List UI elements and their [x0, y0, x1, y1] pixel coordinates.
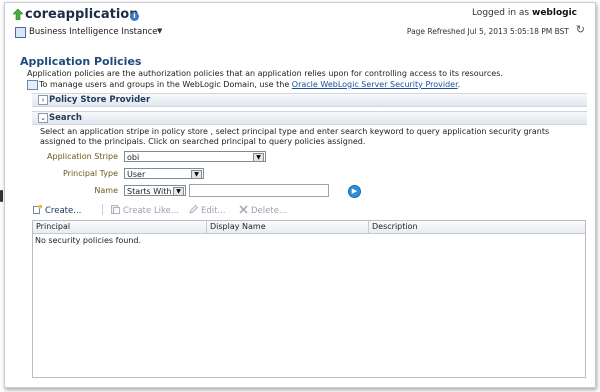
principal-type-label: Principal Type: [62, 169, 118, 178]
splitter-handle[interactable]: [0, 190, 3, 202]
application-stripe-label: Application Stripe: [47, 152, 118, 161]
search-section-label: Search: [49, 113, 82, 123]
info-icon[interactable]: i: [130, 12, 139, 21]
create-like-button[interactable]: Create Like...: [111, 205, 179, 216]
application-stripe-select[interactable]: obi ▼: [124, 151, 266, 162]
weblogic-security-provider-link[interactable]: Oracle WebLogic Server Security Provider: [292, 80, 458, 89]
page-refreshed: Page Refreshed Jul 5, 2013 5:05:18 PM BS…: [406, 27, 569, 36]
manage-users-text: To manage users and groups in the WebLog…: [39, 80, 460, 89]
policies-table: Principal Display Name Description No se…: [32, 220, 586, 378]
name-operator-value: Starts With: [127, 187, 172, 196]
manage-prefix: To manage users and groups in the WebLog…: [39, 80, 290, 89]
column-header-display-name[interactable]: Display Name: [207, 221, 369, 233]
chevron-down-icon[interactable]: ▼: [253, 153, 264, 162]
name-operator-select[interactable]: Starts With ▼: [124, 185, 186, 196]
logged-in-info: Logged in as weblogic: [472, 8, 577, 18]
create-like-label: Create Like...: [123, 206, 179, 216]
policy-store-provider-header[interactable]: › Policy Store Provider: [32, 93, 587, 107]
search-go-button[interactable]: ▶: [348, 185, 361, 198]
app-title: coreapplication: [25, 7, 139, 22]
up-arrow-icon[interactable]: [13, 9, 23, 20]
page-title: Application Policies: [20, 55, 142, 68]
name-search-input[interactable]: [189, 184, 329, 197]
create-icon: [33, 205, 42, 214]
expand-icon[interactable]: ›: [38, 95, 48, 105]
chevron-down-icon[interactable]: ▼: [191, 170, 202, 179]
delete-icon: [239, 205, 248, 214]
edit-button[interactable]: Edit...: [189, 205, 226, 216]
chevron-down-icon[interactable]: ▼: [157, 27, 162, 35]
window-frame: coreapplication i Business Intelligence …: [4, 2, 596, 388]
create-like-icon: [111, 205, 120, 214]
create-label: Create...: [45, 206, 82, 216]
application-stripe-value: obi: [127, 153, 140, 162]
column-header-description[interactable]: Description: [369, 221, 585, 233]
principal-type-value: User: [127, 170, 146, 179]
logged-in-prefix: Logged in as: [471, 8, 530, 18]
bi-instance-menu[interactable]: Business Intelligence Instance: [29, 27, 158, 37]
manage-suffix: .: [457, 80, 461, 89]
policies-description: Application policies are the authorizati…: [27, 69, 503, 78]
table-header: Principal Display Name Description: [33, 221, 585, 234]
search-help-text: Select an application stripe in policy s…: [40, 127, 550, 146]
pencil-icon: [189, 205, 198, 214]
bi-instance-icon: [15, 27, 26, 38]
create-button[interactable]: Create...: [33, 205, 81, 216]
toolbar-divider: [102, 204, 103, 215]
empty-table-message: No security policies found.: [35, 236, 142, 245]
delete-button[interactable]: Delete...: [239, 205, 287, 216]
edit-label: Edit...: [201, 206, 226, 216]
collapse-icon[interactable]: ⌄: [38, 113, 48, 123]
chevron-down-icon[interactable]: ▼: [173, 187, 184, 196]
principal-type-select[interactable]: User ▼: [124, 168, 204, 179]
search-section-header[interactable]: ⌄ Search: [32, 111, 587, 125]
name-label: Name: [94, 186, 118, 195]
username[interactable]: weblogic: [532, 8, 577, 18]
policy-store-provider-label: Policy Store Provider: [49, 95, 151, 105]
delete-label: Delete...: [251, 206, 288, 216]
column-header-principal[interactable]: Principal: [33, 221, 207, 233]
refresh-icon[interactable]: ↻: [576, 23, 585, 36]
manage-users-icon: [27, 80, 38, 90]
